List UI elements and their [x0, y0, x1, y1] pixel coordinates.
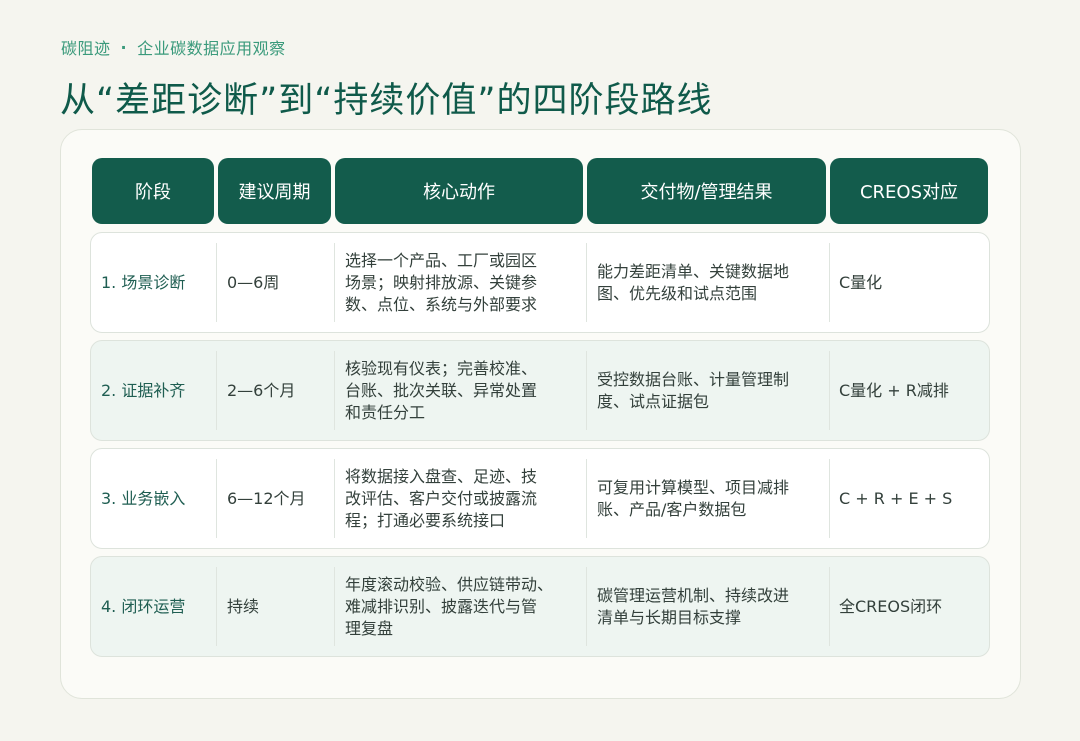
stage-cell: 3. 业务嵌入 — [101, 488, 186, 508]
table-row: 1. 场景诊断 0—6周 选择一个产品、工厂或园区 场景；映射排放源、关键参 数… — [90, 232, 990, 333]
actions-line: 选择一个产品、工厂或园区 — [345, 250, 538, 270]
actions-line: 数、点位、系统与外部要求 — [345, 294, 538, 314]
period-cell: 6—12个月 — [227, 488, 306, 508]
creos-cell: C量化 — [839, 272, 883, 292]
stage-cell: 4. 闭环运营 — [101, 596, 186, 616]
actions-line: 理复盘 — [345, 618, 394, 638]
period-cell: 2—6个月 — [227, 380, 296, 400]
deliverables-line: 账、产品/客户数据包 — [597, 499, 747, 519]
actions-line: 年度滚动校验、供应链带动、 — [345, 574, 554, 594]
header-stage: 阶段 — [92, 158, 214, 224]
brand-separator: · — [120, 37, 128, 57]
header-actions: 核心动作 — [335, 158, 583, 224]
brand-line: 碳阻迹 · 企业碳数据应用观察 — [61, 35, 286, 59]
creos-cell: C + R + E + S — [839, 488, 953, 508]
actions-cell: 核验现有仪表；完善校准、 台账、批次关联、异常处置 和责任分工 — [345, 341, 583, 440]
deliverables-cell: 碳管理运营机制、持续改进 清单与长期目标支撑 — [597, 557, 827, 656]
actions-line: 难减排识别、披露迭代与管 — [345, 596, 538, 616]
actions-line: 场景；映射排放源、关键参 — [345, 272, 538, 292]
actions-cell: 选择一个产品、工厂或园区 场景；映射排放源、关键参 数、点位、系统与外部要求 — [345, 233, 583, 332]
deliverables-cell: 可复用计算模型、项目减排 账、产品/客户数据包 — [597, 449, 827, 548]
deliverables-line: 碳管理运营机制、持续改进 — [597, 585, 790, 605]
brand-name: 碳阻迹 — [61, 39, 111, 58]
actions-cell: 将数据接入盘查、足迹、技 改评估、客户交付或披露流 程；打通必要系统接口 — [345, 449, 583, 548]
deliverables-line: 图、优先级和试点范围 — [597, 283, 758, 303]
actions-line: 核验现有仪表；完善校准、 — [345, 358, 538, 378]
creos-cell: C量化 + R减排 — [839, 380, 949, 400]
page-title: 从“差距诊断”到“持续价值”的四阶段路线 — [60, 81, 713, 121]
deliverables-cell: 能力差距清单、关键数据地 图、优先级和试点范围 — [597, 233, 827, 332]
period-cell: 持续 — [227, 596, 260, 616]
header-creos: CREOS对应 — [830, 158, 988, 224]
table-row: 3. 业务嵌入 6—12个月 将数据接入盘查、足迹、技 改评估、客户交付或披露流… — [90, 448, 990, 549]
actions-line: 和责任分工 — [345, 402, 426, 422]
actions-line: 改评估、客户交付或披露流 — [345, 488, 538, 508]
table-row: 2. 证据补齐 2—6个月 核验现有仪表；完善校准、 台账、批次关联、异常处置 … — [90, 340, 990, 441]
stage-cell: 1. 场景诊断 — [101, 272, 186, 292]
period-cell: 0—6周 — [227, 272, 280, 292]
deliverables-line: 度、试点证据包 — [597, 391, 710, 411]
table-row: 4. 闭环运营 持续 年度滚动校验、供应链带动、 难减排识别、披露迭代与管 理复… — [90, 556, 990, 657]
actions-line: 程；打通必要系统接口 — [345, 510, 506, 530]
deliverables-line: 受控数据台账、计量管理制 — [597, 369, 790, 389]
deliverables-line: 清单与长期目标支撑 — [597, 607, 742, 627]
stage-cell: 2. 证据补齐 — [101, 380, 186, 400]
header-period: 建议周期 — [218, 158, 331, 224]
deliverables-line: 能力差距清单、关键数据地 — [597, 261, 790, 281]
header-deliverables: 交付物/管理结果 — [587, 158, 826, 224]
deliverables-cell: 受控数据台账、计量管理制 度、试点证据包 — [597, 341, 827, 440]
deliverables-line: 可复用计算模型、项目减排 — [597, 477, 790, 497]
actions-line: 将数据接入盘查、足迹、技 — [345, 466, 538, 486]
creos-cell: 全CREOS闭环 — [839, 596, 943, 616]
brand-section: 企业碳数据应用观察 — [137, 39, 286, 58]
actions-line: 台账、批次关联、异常处置 — [345, 380, 538, 400]
actions-cell: 年度滚动校验、供应链带动、 难减排识别、披露迭代与管 理复盘 — [345, 557, 583, 656]
